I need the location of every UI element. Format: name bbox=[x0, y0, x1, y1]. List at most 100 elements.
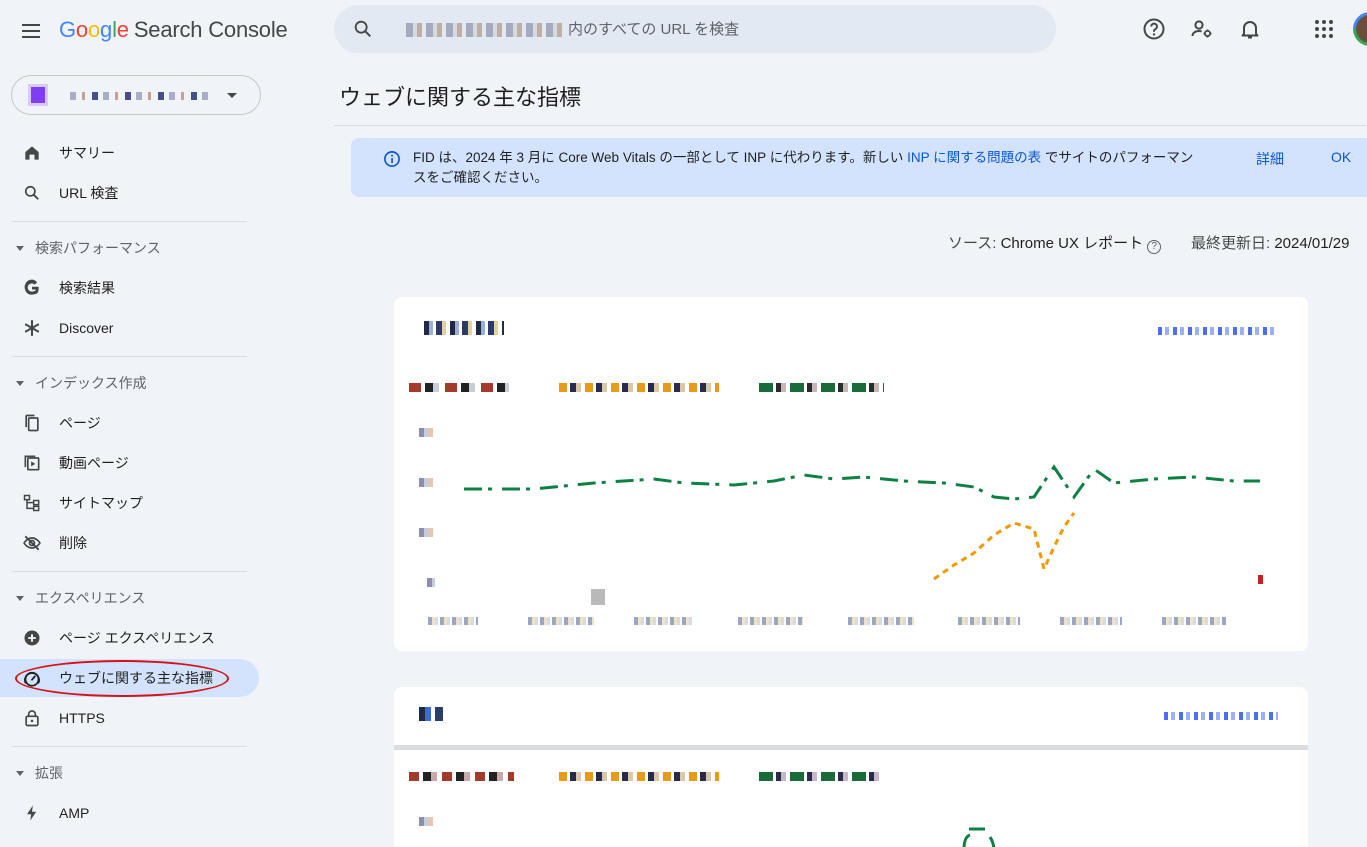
sidebar-item-pages[interactable]: ページ bbox=[0, 404, 259, 442]
chevron-down-icon bbox=[227, 93, 237, 98]
data-source: ソース: Chrome UX レポート? bbox=[948, 232, 1162, 254]
sidebar-item-amp[interactable]: AMP bbox=[0, 794, 259, 832]
divider bbox=[12, 221, 247, 222]
report-card-desktop bbox=[394, 687, 1308, 847]
apps-grid-icon[interactable] bbox=[1312, 17, 1336, 41]
open-report-link[interactable] bbox=[1158, 327, 1278, 335]
ok-button[interactable]: OK bbox=[1331, 149, 1351, 165]
search-input[interactable] bbox=[568, 17, 1028, 41]
sidebar-item-https[interactable]: HTTPS bbox=[0, 699, 259, 737]
legend-needs-improvement bbox=[559, 383, 719, 392]
divider bbox=[12, 746, 247, 747]
sidebar-item-video-pages[interactable]: 動画ページ bbox=[0, 444, 259, 482]
x-axis-label bbox=[528, 617, 594, 625]
pages-icon bbox=[22, 413, 42, 433]
logo-letter: G bbox=[59, 17, 76, 42]
updated-label: 最終更新日: bbox=[1191, 235, 1271, 252]
section-experience[interactable]: エクスペリエンス bbox=[16, 586, 256, 610]
section-enhancements[interactable]: 拡張 bbox=[16, 761, 256, 785]
collapse-triangle-icon bbox=[16, 770, 24, 776]
logo-letter: o bbox=[87, 17, 101, 42]
video-icon bbox=[22, 453, 42, 473]
manage-users-icon[interactable] bbox=[1190, 17, 1214, 41]
sidebar-item-url-inspection[interactable]: URL 検査 bbox=[0, 174, 259, 212]
sidebar-item-summary[interactable]: サマリー bbox=[0, 134, 259, 172]
redacted-property-name bbox=[70, 92, 208, 100]
y-axis-label bbox=[419, 478, 433, 487]
logo-letter: g bbox=[100, 17, 113, 42]
sidebar-item-label: 動画ページ bbox=[59, 455, 129, 471]
sidebar-item-label: Discover bbox=[59, 320, 114, 336]
legend-poor bbox=[409, 772, 514, 781]
sidebar-item-label: サイトマップ bbox=[59, 495, 143, 511]
sidebar-item-discover[interactable]: Discover bbox=[0, 309, 259, 347]
home-icon bbox=[22, 143, 42, 163]
property-icon bbox=[28, 84, 48, 106]
logo-letter: o bbox=[75, 17, 88, 42]
details-button[interactable]: 詳細 bbox=[1256, 149, 1284, 169]
banner-message: FID は、2024 年 3 月に Core Web Vitals の一部として… bbox=[413, 148, 1198, 188]
speed-gauge-icon bbox=[22, 668, 42, 688]
property-selector[interactable] bbox=[11, 75, 261, 115]
open-report-link[interactable] bbox=[1164, 712, 1278, 720]
collapse-triangle-icon bbox=[16, 595, 24, 601]
sidebar-item-label: サマリー bbox=[59, 145, 115, 161]
bolt-icon bbox=[22, 803, 42, 823]
sidebar-item-page-experience[interactable]: ページ エクスペリエンス bbox=[0, 619, 259, 657]
y-axis-label bbox=[419, 817, 433, 826]
product-name: Search Console bbox=[133, 17, 288, 42]
top-bar: Google Search Console bbox=[0, 0, 1367, 62]
x-axis-label bbox=[738, 617, 803, 625]
section-label: インデックス作成 bbox=[35, 375, 147, 391]
asterisk-icon bbox=[22, 318, 42, 338]
main-menu-icon[interactable] bbox=[19, 19, 43, 43]
redacted-card-title bbox=[424, 321, 504, 335]
sidebar-item-sitemaps[interactable]: サイトマップ bbox=[0, 484, 259, 522]
redacted-property-name bbox=[406, 23, 562, 37]
search-console-logo[interactable]: Google Search Console bbox=[59, 17, 288, 43]
inp-issues-link[interactable]: INP に関する問題の表 bbox=[907, 150, 1041, 165]
info-icon bbox=[384, 151, 400, 167]
notifications-icon[interactable] bbox=[1238, 17, 1262, 41]
sidebar-item-label: ページ エクスペリエンス bbox=[59, 630, 215, 646]
sidebar-item-search-results[interactable]: 検索結果 bbox=[0, 269, 259, 307]
x-axis-label bbox=[1060, 617, 1122, 625]
sidebar-item-label: AMP bbox=[59, 805, 90, 821]
section-label: 検索パフォーマンス bbox=[35, 240, 161, 256]
section-indexing[interactable]: インデックス作成 bbox=[16, 371, 256, 395]
sidebar-item-label: ページ bbox=[59, 415, 101, 431]
last-updated: 最終更新日: 2024/01/29 bbox=[1191, 232, 1349, 253]
sidebar-item-label: HTTPS bbox=[59, 710, 105, 726]
url-inspection-search[interactable] bbox=[334, 5, 1056, 53]
divider bbox=[12, 356, 247, 357]
y-axis-label bbox=[427, 578, 435, 587]
sidebar-item-label: URL 検査 bbox=[59, 185, 119, 201]
google-g-icon bbox=[22, 278, 42, 298]
divider bbox=[394, 745, 1308, 750]
chart-legend bbox=[409, 383, 889, 393]
sidebar-item-core-web-vitals[interactable]: ウェブに関する主な指標 bbox=[0, 659, 259, 697]
updated-value: 2024/01/29 bbox=[1274, 235, 1350, 252]
sidebar-item-label: 検索結果 bbox=[59, 280, 115, 296]
redacted-card-title bbox=[419, 707, 443, 721]
source-value: Chrome UX レポート bbox=[1000, 235, 1144, 252]
banner-text: FID は、2024 年 3 月に Core Web Vitals の一部として… bbox=[413, 150, 908, 165]
x-axis-label bbox=[958, 617, 1020, 625]
account-avatar[interactable] bbox=[1353, 12, 1367, 46]
help-icon[interactable] bbox=[1142, 17, 1166, 41]
x-axis-label bbox=[1162, 617, 1226, 625]
section-label: エクスペリエンス bbox=[35, 590, 146, 606]
help-icon[interactable]: ? bbox=[1147, 240, 1162, 254]
trend-chart bbox=[464, 464, 1263, 584]
section-search-performance[interactable]: 検索パフォーマンス bbox=[16, 236, 256, 260]
x-axis-label bbox=[848, 617, 914, 625]
source-label: ソース: bbox=[948, 235, 997, 252]
section-label: 拡張 bbox=[35, 765, 63, 781]
collapse-triangle-icon bbox=[16, 380, 24, 386]
report-card-mobile bbox=[394, 297, 1308, 651]
search-icon[interactable] bbox=[352, 18, 374, 40]
legend-poor bbox=[409, 383, 509, 392]
sidebar-item-removals[interactable]: 削除 bbox=[0, 524, 259, 562]
info-banner: FID は、2024 年 3 月に Core Web Vitals の一部として… bbox=[351, 138, 1367, 197]
collapse-triangle-icon bbox=[16, 245, 24, 251]
